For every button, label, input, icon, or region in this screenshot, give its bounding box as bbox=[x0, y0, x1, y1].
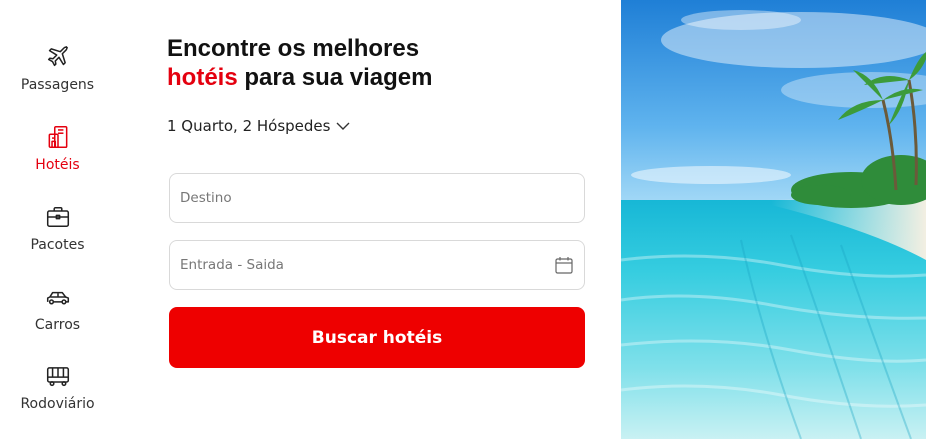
nav-item-pacotes[interactable]: Pacotes bbox=[0, 204, 115, 253]
title-rest: para sua viagem bbox=[237, 64, 433, 91]
search-hotels-button[interactable]: Buscar hotéis bbox=[169, 307, 585, 368]
calendar-icon[interactable] bbox=[554, 255, 574, 275]
rooms-guests-label: 1 Quarto, 2 Hóspedes bbox=[167, 117, 331, 135]
suitcase-icon bbox=[46, 207, 69, 227]
nav-label-pacotes: Pacotes bbox=[30, 237, 85, 253]
chevron-down-icon bbox=[336, 122, 350, 130]
destination-field[interactable] bbox=[169, 173, 585, 223]
nav-item-hoteis[interactable]: Hotéis bbox=[0, 124, 115, 173]
title-accent: hotéis bbox=[167, 64, 238, 91]
page-title: Encontre os melhores hotéis para sua via… bbox=[167, 34, 607, 92]
nav-item-passagens[interactable]: Passagens bbox=[0, 44, 115, 93]
nav-item-rodoviario[interactable]: Rodoviário bbox=[0, 363, 115, 412]
nav-item-carros[interactable]: Carros bbox=[0, 284, 115, 333]
rooms-guests-selector[interactable]: 1 Quarto, 2 Hóspedes bbox=[167, 117, 350, 135]
beach-hero-image bbox=[621, 0, 926, 439]
beach-illustration bbox=[621, 0, 926, 439]
dates-field[interactable] bbox=[169, 240, 585, 290]
title-line-1: Encontre os melhores bbox=[167, 35, 420, 62]
car-icon bbox=[46, 291, 69, 305]
hotel-icon bbox=[48, 125, 67, 149]
dates-input[interactable] bbox=[180, 257, 554, 273]
airplane-icon bbox=[47, 46, 68, 67]
nav-label-rodoviario: Rodoviário bbox=[20, 396, 95, 412]
nav-label-hoteis: Hotéis bbox=[35, 157, 80, 173]
destination-input[interactable] bbox=[180, 190, 574, 206]
nav-label-carros: Carros bbox=[34, 317, 81, 333]
bus-icon bbox=[46, 367, 69, 387]
side-nav: Passagens Hotéis Pacotes Carros Rodoviár… bbox=[0, 0, 115, 439]
nav-label-passagens: Passagens bbox=[20, 77, 95, 93]
